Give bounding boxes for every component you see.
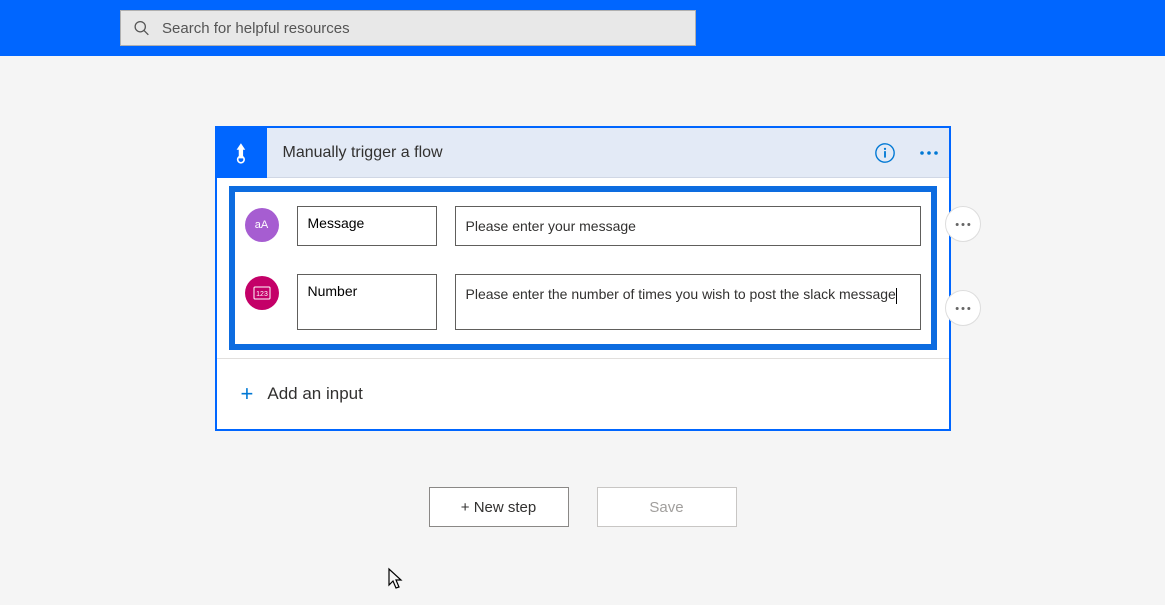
input-description-field[interactable]: Please enter your message xyxy=(455,206,921,246)
search-input[interactable] xyxy=(162,20,683,37)
search-box[interactable] xyxy=(120,10,696,46)
add-input-label: Add an input xyxy=(267,384,362,404)
input-name-field[interactable]: Message xyxy=(297,206,437,246)
input-name-field[interactable]: Number xyxy=(297,274,437,330)
add-input-button[interactable]: + Add an input xyxy=(217,358,949,429)
plus-icon: + xyxy=(241,381,254,407)
more-icon xyxy=(919,150,939,156)
text-type-icon: aA xyxy=(245,208,279,242)
input-description-field[interactable]: Please enter the number of times you wis… xyxy=(455,274,921,330)
top-bar xyxy=(0,0,1165,56)
new-step-button[interactable]: + New step xyxy=(429,487,569,527)
bottom-actions: + New step Save xyxy=(429,487,737,527)
svg-text:123: 123 xyxy=(256,291,268,298)
more-icon xyxy=(954,306,972,311)
trigger-header[interactable]: Manually trigger a flow xyxy=(217,128,949,178)
input-row-more-button[interactable] xyxy=(945,206,981,242)
info-icon xyxy=(874,142,896,164)
trigger-more-button[interactable] xyxy=(909,128,949,178)
save-button: Save xyxy=(597,487,737,527)
input-row: 123 Number Please enter the number of ti… xyxy=(235,260,931,344)
input-row-more-button[interactable] xyxy=(945,290,981,326)
more-icon xyxy=(954,222,972,227)
info-button[interactable] xyxy=(867,135,903,171)
text-cursor xyxy=(896,288,897,304)
trigger-title: Manually trigger a flow xyxy=(267,144,867,162)
trigger-card: Manually trigger a flow xyxy=(215,126,951,431)
trigger-icon xyxy=(217,128,267,178)
inputs-section: aA Message Please enter your message xyxy=(229,186,937,350)
flow-canvas: Manually trigger a flow xyxy=(0,56,1165,527)
mouse-cursor-icon xyxy=(387,567,407,591)
number-type-icon: 123 xyxy=(245,276,279,310)
input-row: aA Message Please enter your message xyxy=(235,192,931,260)
search-icon xyxy=(133,19,150,37)
